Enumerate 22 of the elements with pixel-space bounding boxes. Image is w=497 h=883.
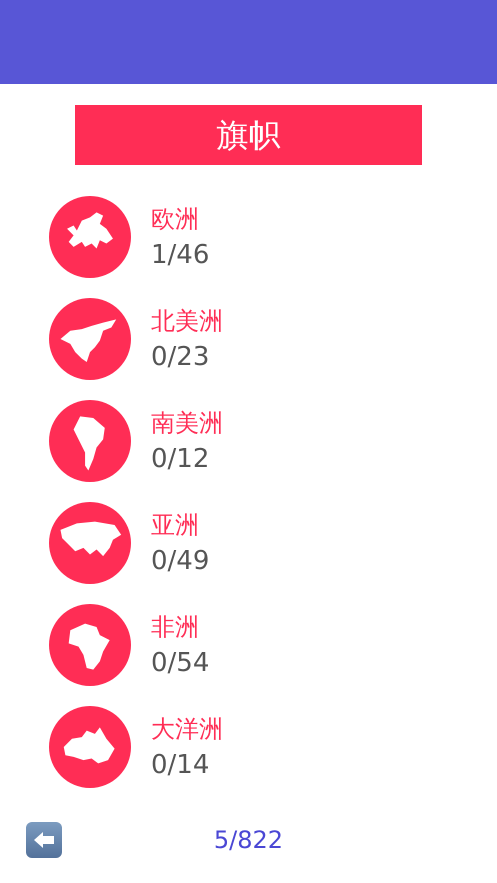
flag-count: 0/12 xyxy=(151,443,210,475)
continent-name: 欧洲 xyxy=(151,204,200,235)
continent-row[interactable]: 北美洲 0/23 xyxy=(49,298,497,380)
continent-row[interactable]: 大洋洲 0/14 xyxy=(49,706,497,788)
continent-row[interactable]: 非洲 0/54 xyxy=(49,604,497,686)
continent-row[interactable]: 南美洲 0/12 xyxy=(49,400,497,482)
flag-count: 0/54 xyxy=(151,647,210,679)
continent-name: 北美洲 xyxy=(151,306,223,337)
continent-name: 大洋洲 xyxy=(151,714,223,745)
continent-row[interactable]: 欧洲 1/46 xyxy=(49,196,497,278)
back-button[interactable] xyxy=(26,822,62,858)
flag-count: 0/23 xyxy=(151,341,210,373)
continent-name: 亚洲 xyxy=(151,510,200,541)
flag-count: 0/49 xyxy=(151,545,210,577)
flag-count: 0/14 xyxy=(151,749,210,781)
continent-row[interactable]: 亚洲 0/49 xyxy=(49,502,497,584)
left-arrow-icon xyxy=(32,830,56,850)
progress-count: 5/822 xyxy=(214,825,284,856)
continent-name: 非洲 xyxy=(151,612,200,643)
flag-count: 1/46 xyxy=(151,239,210,271)
continent-name: 南美洲 xyxy=(151,408,223,439)
page-title: 旗帜 xyxy=(216,115,280,156)
